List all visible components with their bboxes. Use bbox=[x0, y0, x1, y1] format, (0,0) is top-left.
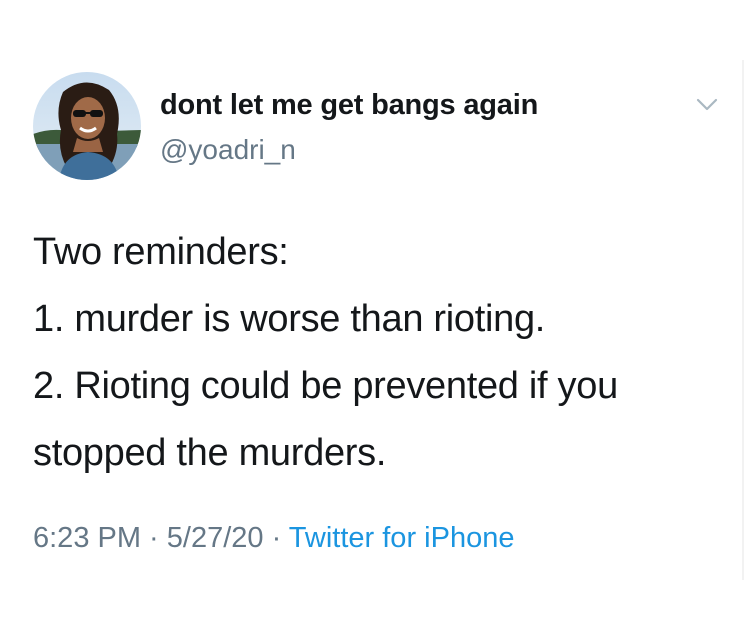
tweet-card: dont let me get bangs again @yoadri_n Tw… bbox=[0, 0, 750, 633]
meta-separator: · bbox=[141, 522, 167, 554]
tweet-text-line: stopped the murders. bbox=[33, 432, 387, 474]
tweet-text: Two reminders: 1. murder is worse than r… bbox=[33, 219, 733, 487]
tweet-text-line: 1. murder is worse than rioting. bbox=[33, 298, 546, 340]
chevron-down-icon bbox=[696, 98, 718, 111]
avatar-photo bbox=[33, 72, 141, 180]
avatar[interactable] bbox=[33, 72, 141, 180]
author-display-name[interactable]: dont let me get bangs again bbox=[160, 89, 538, 122]
tweet-text-line: Two reminders: bbox=[33, 231, 289, 273]
edge-divider bbox=[742, 60, 744, 580]
meta-separator: · bbox=[263, 522, 289, 554]
tweet-text-line: 2. Rioting could be prevented if you bbox=[33, 365, 618, 407]
tweet-meta: 6:23 PM · 5/27/20 · Twitter for iPhone bbox=[33, 522, 514, 555]
tweet-menu-button[interactable] bbox=[690, 92, 724, 116]
tweet-time[interactable]: 6:23 PM bbox=[33, 522, 141, 554]
author-handle[interactable]: @yoadri_n bbox=[160, 134, 296, 166]
tweet-date[interactable]: 5/27/20 bbox=[167, 522, 264, 554]
tweet-source-link[interactable]: Twitter for iPhone bbox=[289, 522, 515, 554]
